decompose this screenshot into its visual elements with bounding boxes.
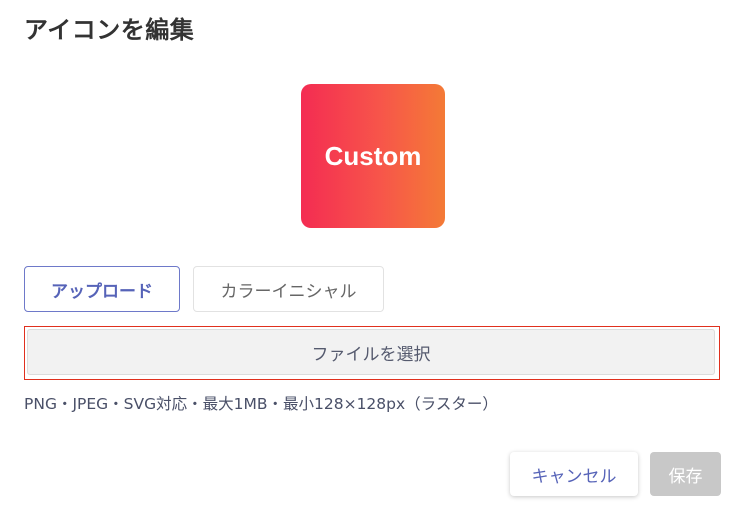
tab-color-initials[interactable]: カラーイニシャル — [193, 266, 384, 312]
icon-preview: Custom — [301, 84, 445, 228]
save-button[interactable]: 保存 — [650, 452, 721, 496]
dialog-title: アイコンを編集 — [24, 16, 195, 44]
edit-icon-dialog: アイコンを編集 Custom アップロード カラーイニシャル ファイルを選択 P… — [0, 0, 756, 520]
choose-file-button[interactable]: ファイルを選択 — [27, 329, 715, 375]
icon-preview-text: Custom — [324, 141, 422, 171]
upload-requirements-hint: PNG・JPEG・SVG対応・最大1MB・最小128×128px（ラスター） — [24, 395, 498, 413]
tab-upload[interactable]: アップロード — [24, 266, 180, 312]
cancel-button[interactable]: キャンセル — [510, 452, 638, 496]
icon-source-tabs: アップロード カラーイニシャル — [24, 266, 384, 312]
file-select-highlight: ファイルを選択 — [24, 326, 720, 380]
